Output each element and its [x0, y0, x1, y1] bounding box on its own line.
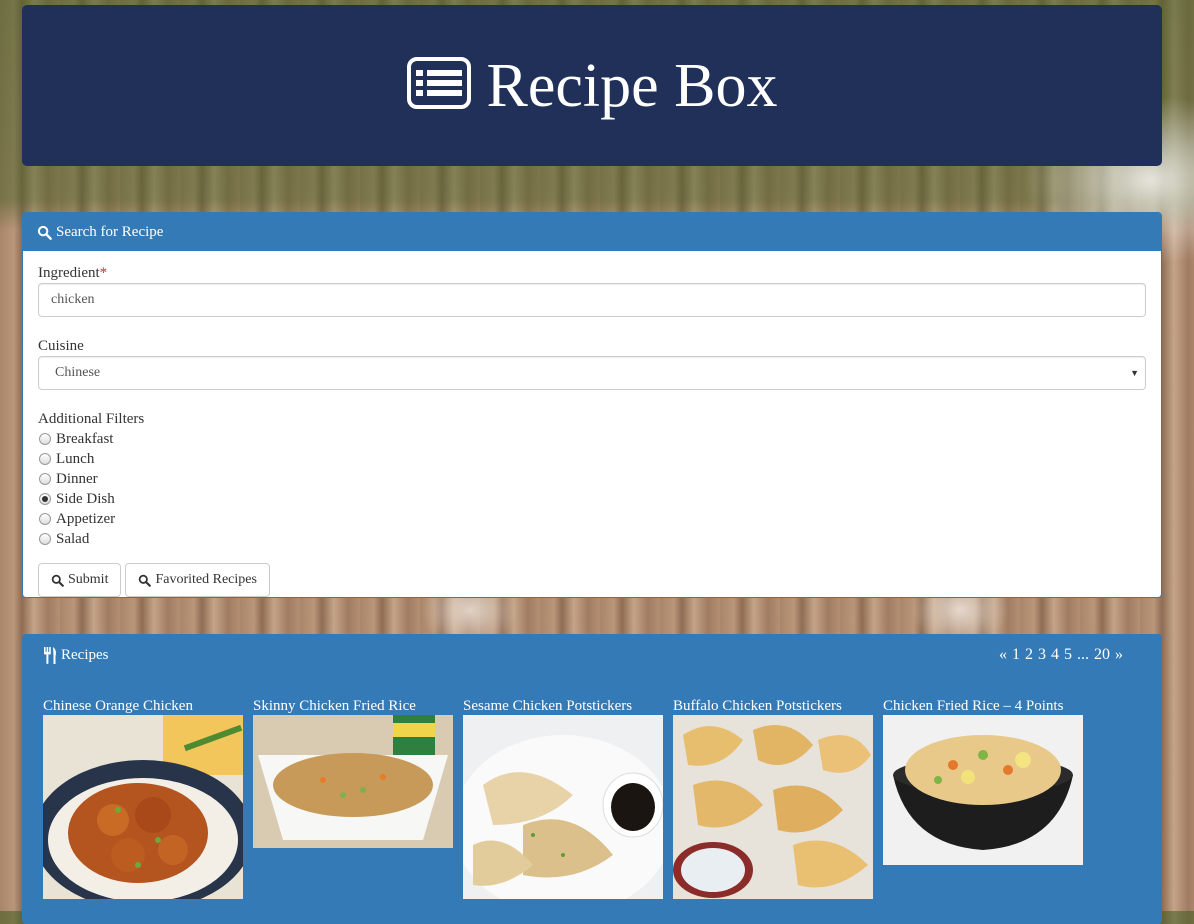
recipe-card-title[interactable]: Chicken Fried Rice – 4 Points — [883, 697, 1083, 715]
recipe-card[interactable]: Chinese Orange Chicken — [43, 697, 243, 899]
pagination-next[interactable]: » — [1115, 646, 1123, 664]
search-icon — [51, 574, 64, 587]
filter-option-lunch[interactable]: Lunch — [38, 449, 1146, 469]
pagination-page-4[interactable]: 4 — [1051, 646, 1059, 664]
submit-button[interactable]: Submit — [38, 563, 122, 597]
search-icon — [37, 225, 52, 240]
radio-button-checked[interactable] — [39, 493, 51, 505]
search-icon — [139, 574, 152, 587]
pagination-page-2[interactable]: 2 — [1025, 646, 1033, 664]
pagination-page-3[interactable]: 3 — [1038, 646, 1046, 664]
radio-button[interactable] — [39, 453, 51, 465]
recipe-image[interactable] — [883, 715, 1083, 865]
recipe-card-title[interactable]: Chinese Orange Chicken — [43, 697, 243, 715]
pagination-page-1[interactable]: 1 — [1012, 646, 1020, 664]
recipes-panel: Recipes « 1 2 3 4 5 ... 20 » Chinese Ora… — [22, 634, 1162, 924]
recipe-card-list: Chinese Orange Chicken Skinny Chicken Fr… — [43, 697, 1083, 899]
recipe-image[interactable] — [463, 715, 663, 899]
list-alt-icon — [406, 56, 471, 109]
filter-option-side-dish[interactable]: Side Dish — [38, 489, 1146, 509]
page-title: Recipe Box — [486, 51, 778, 120]
radio-button[interactable] — [39, 533, 51, 545]
cutlery-icon — [44, 646, 56, 664]
filter-option-breakfast[interactable]: Breakfast — [38, 429, 1146, 449]
pagination-page-last[interactable]: 20 — [1094, 646, 1110, 664]
filter-option-salad[interactable]: Salad — [38, 529, 1146, 549]
cuisine-select-value: Chinese — [55, 365, 101, 380]
recipe-card-title[interactable]: Sesame Chicken Potstickers — [463, 697, 663, 715]
recipe-card[interactable]: Chicken Fried Rice – 4 Points — [883, 697, 1083, 899]
radio-button[interactable] — [39, 433, 51, 445]
recipe-image[interactable] — [43, 715, 243, 899]
filters-label: Additional Filters — [38, 411, 145, 427]
pagination-page-5[interactable]: 5 — [1064, 646, 1072, 664]
chevron-down-icon: ▼ — [1130, 368, 1139, 378]
radio-button[interactable] — [39, 473, 51, 485]
required-marker: * — [99, 265, 108, 281]
pagination-prev[interactable]: « — [999, 646, 1007, 664]
app-header: Recipe Box — [22, 5, 1162, 166]
cuisine-select[interactable]: Chinese ▼ — [38, 356, 1146, 390]
filter-option-dinner[interactable]: Dinner — [38, 469, 1146, 489]
recipe-card[interactable]: Skinny Chicken Fried Rice — [253, 697, 453, 899]
search-panel-title: Search for Recipe — [56, 223, 164, 240]
pagination-ellipsis: ... — [1077, 646, 1089, 663]
recipe-card-title[interactable]: Skinny Chicken Fried Rice — [253, 697, 453, 715]
favorited-recipes-button[interactable]: Favorited Recipes — [125, 563, 270, 597]
pagination: « 1 2 3 4 5 ... 20 » — [999, 646, 1123, 664]
radio-button[interactable] — [39, 513, 51, 525]
ingredient-label: Ingredient* — [38, 265, 108, 281]
filter-option-appetizer[interactable]: Appetizer — [38, 509, 1146, 529]
recipe-card[interactable]: Buffalo Chicken Potstickers — [673, 697, 873, 899]
recipes-panel-heading: Recipes « 1 2 3 4 5 ... 20 » — [23, 635, 1161, 675]
search-panel-heading: Search for Recipe — [23, 213, 1161, 251]
recipe-image[interactable] — [673, 715, 873, 899]
recipe-card[interactable]: Sesame Chicken Potstickers — [463, 697, 663, 899]
recipe-image[interactable] — [253, 715, 453, 848]
recipes-panel-title: Recipes — [61, 646, 109, 663]
recipe-card-title[interactable]: Buffalo Chicken Potstickers — [673, 697, 873, 715]
search-panel: Search for Recipe Ingredient* chicken Cu… — [22, 212, 1162, 598]
cuisine-label: Cuisine — [38, 338, 84, 354]
search-form: Ingredient* chicken Cuisine Chinese ▼ Ad… — [23, 251, 1161, 597]
ingredient-input[interactable]: chicken — [38, 283, 1146, 317]
